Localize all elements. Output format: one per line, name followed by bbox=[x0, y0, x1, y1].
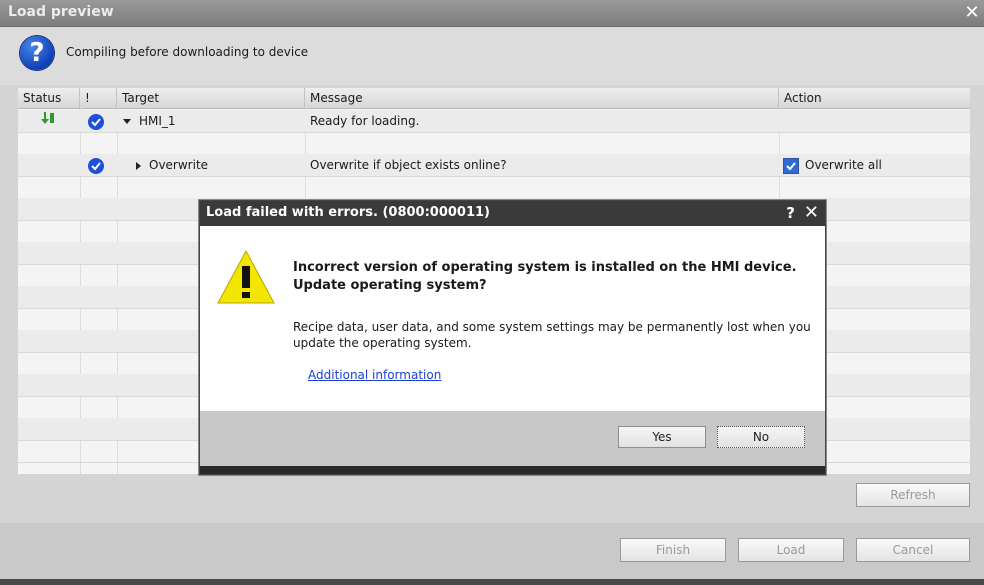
dialog-main-message: Incorrect version of operating system is… bbox=[293, 260, 797, 293]
footer-bar: Finish Load Cancel bbox=[0, 523, 984, 585]
dialog-titlebar: Load failed with errors. (0800:000011) ?… bbox=[200, 201, 825, 226]
error-dialog: Load failed with errors. (0800:000011) ?… bbox=[199, 200, 826, 475]
column-message[interactable]: Message bbox=[305, 88, 779, 108]
header-text: Compiling before downloading to device bbox=[66, 45, 309, 59]
no-button[interactable]: No bbox=[717, 426, 805, 448]
table-header: Status ! Target Message Action bbox=[18, 88, 970, 109]
footer-divider bbox=[0, 579, 984, 585]
download-status-icon bbox=[40, 110, 70, 132]
dialog-body: Incorrect version of operating system is… bbox=[200, 226, 825, 411]
column-flag[interactable]: ! bbox=[80, 88, 117, 108]
warning-icon bbox=[216, 249, 276, 308]
overwrite-all-label: Overwrite all bbox=[805, 158, 882, 172]
window-close-button[interactable]: ✕ bbox=[962, 3, 982, 23]
expand-arrow-icon[interactable] bbox=[123, 119, 131, 124]
yes-button[interactable]: Yes bbox=[618, 426, 706, 448]
target-label: HMI_1 bbox=[139, 114, 176, 128]
refresh-button[interactable]: Refresh bbox=[856, 483, 970, 507]
window-titlebar: Load preview ✕ bbox=[0, 0, 984, 27]
load-button[interactable]: Load bbox=[738, 538, 844, 562]
column-target[interactable]: Target bbox=[117, 88, 305, 108]
message-cell: Ready for loading. bbox=[310, 114, 420, 128]
dialog-sub-message: Recipe data, user data, and some system … bbox=[293, 320, 811, 350]
help-button[interactable]: ? bbox=[786, 204, 795, 222]
header-panel: ? Compiling before downloading to device bbox=[0, 27, 984, 85]
question-icon: ? bbox=[20, 36, 54, 70]
target-cell[interactable]: Overwrite bbox=[136, 154, 301, 176]
table-row bbox=[18, 132, 970, 155]
target-cell[interactable]: HMI_1 bbox=[123, 110, 303, 132]
cancel-button[interactable]: Cancel bbox=[856, 538, 970, 562]
additional-information-link[interactable]: Additional information bbox=[308, 368, 441, 382]
table-row bbox=[18, 176, 970, 199]
column-action[interactable]: Action bbox=[779, 88, 970, 108]
dialog-title: Load failed with errors. (0800:000011) bbox=[206, 205, 490, 220]
overwrite-all-checkbox[interactable] bbox=[783, 157, 799, 174]
finish-button[interactable]: Finish bbox=[620, 538, 726, 562]
column-status[interactable]: Status bbox=[18, 88, 80, 108]
dialog-close-button[interactable]: ✕ bbox=[804, 202, 819, 223]
target-label: Overwrite bbox=[149, 158, 209, 172]
collapse-arrow-icon[interactable] bbox=[136, 161, 141, 170]
ok-check-icon bbox=[88, 154, 108, 176]
window-title: Load preview bbox=[8, 4, 114, 20]
action-cell[interactable]: Overwrite all bbox=[783, 154, 968, 176]
message-cell: Overwrite if object exists online? bbox=[310, 158, 507, 172]
dialog-bottom-bar bbox=[200, 466, 825, 474]
table-row[interactable]: HMI_1 Ready for loading. bbox=[18, 110, 970, 133]
table-row[interactable]: Overwrite Overwrite if object exists onl… bbox=[18, 154, 970, 177]
ok-check-icon bbox=[88, 110, 108, 132]
